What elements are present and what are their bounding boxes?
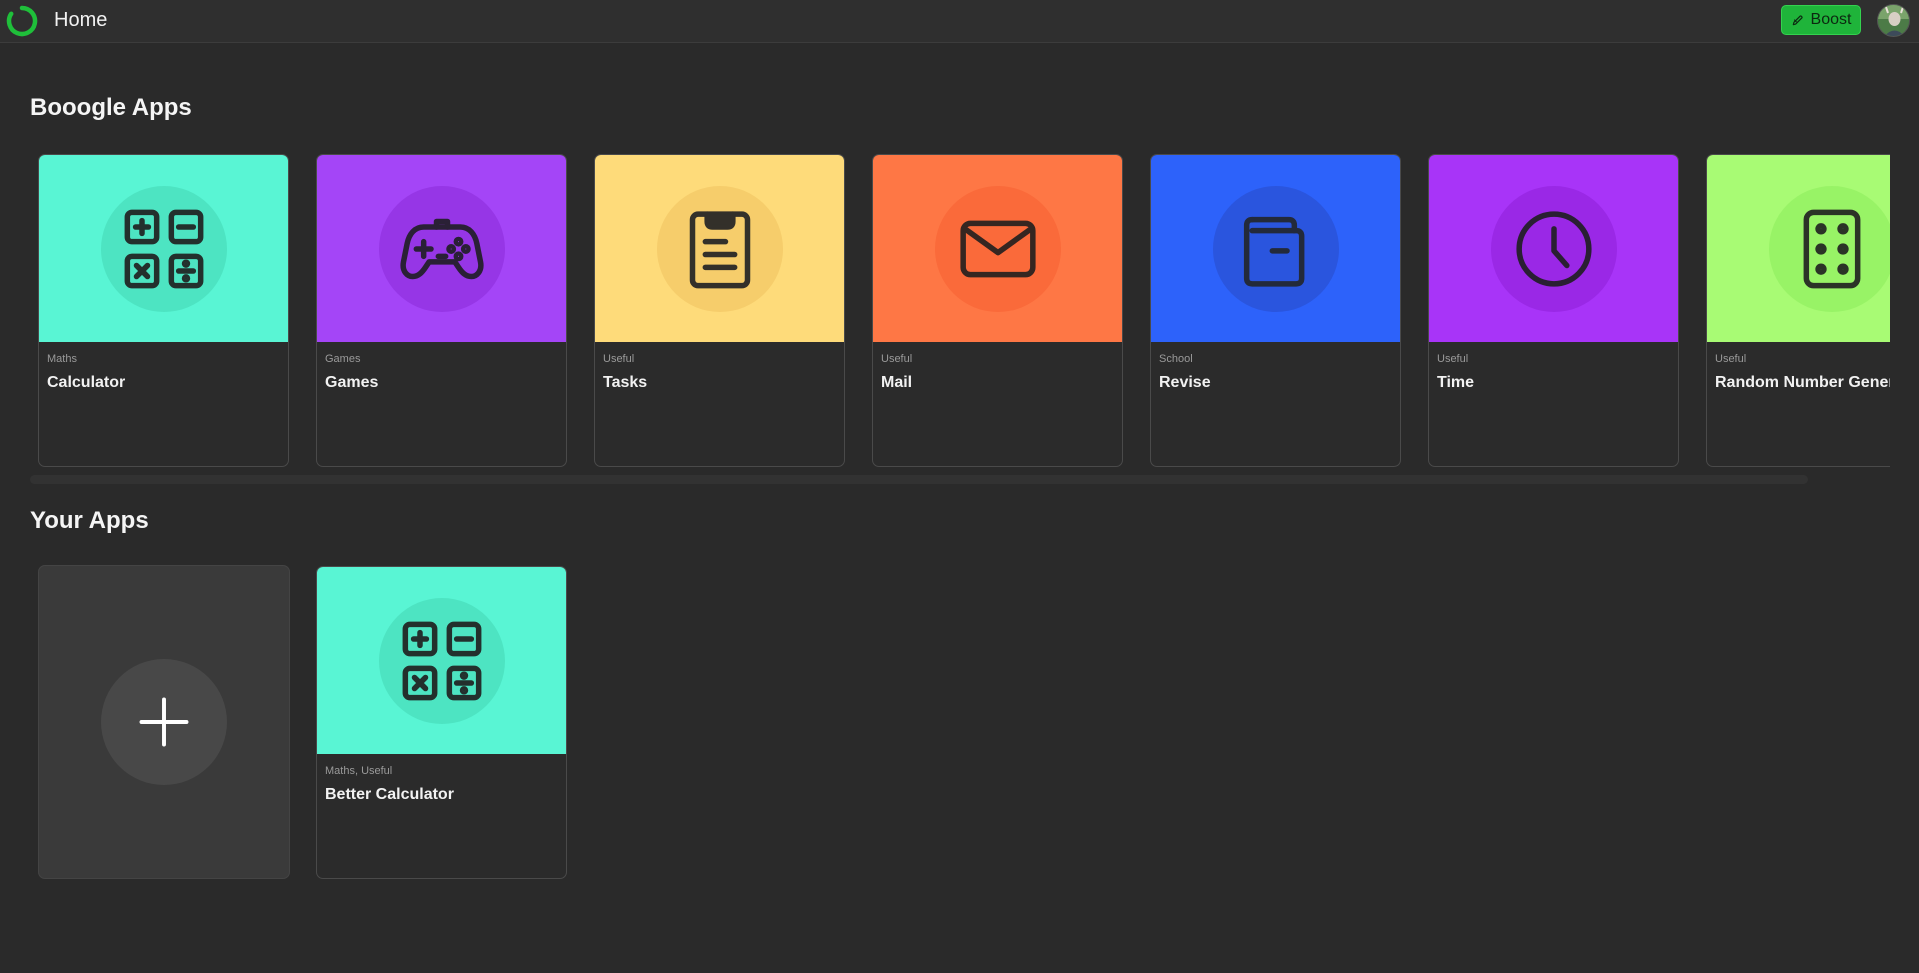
icon-circle: [100, 185, 227, 312]
app-category: Useful: [881, 353, 913, 365]
plus-icon: [139, 697, 189, 747]
horizontal-scrollbar[interactable]: [30, 475, 1808, 484]
app-card-revise[interactable]: School Revise: [1150, 154, 1401, 467]
app-category: Useful: [603, 353, 635, 365]
app-card-image: [1707, 155, 1890, 342]
app-name: Time: [1437, 374, 1475, 391]
app-category: Maths: [47, 353, 77, 365]
app-card-image: [317, 155, 566, 342]
logo-icon[interactable]: [6, 5, 38, 37]
app-card-image: [1151, 155, 1400, 342]
dice-icon: [1803, 209, 1860, 288]
app-category: Maths, Useful: [325, 765, 393, 777]
boost-button[interactable]: Boost: [1781, 5, 1861, 35]
clock-icon: [1515, 210, 1592, 287]
your-apps-heading: Your Apps: [30, 507, 149, 534]
app-card-games[interactable]: Games Games: [316, 154, 567, 467]
app-name: Revise: [1159, 374, 1211, 391]
app-category: Useful: [1437, 353, 1469, 365]
app-card-image: [595, 155, 844, 342]
top-bar: Home Boost: [0, 0, 1919, 43]
avatar[interactable]: [1877, 4, 1910, 37]
app-name: Mail: [881, 374, 913, 391]
app-category: Useful: [1715, 353, 1747, 365]
icon-circle: [1768, 185, 1890, 312]
app-name: Random Number Genera: [1715, 374, 1890, 391]
booogle-apps-row: Maths Calculator Games Games Useful Task…: [30, 154, 1890, 474]
app-card-time[interactable]: Useful Time: [1428, 154, 1679, 467]
app-card-better-calculator[interactable]: Maths, Useful Better Calculator: [316, 566, 567, 879]
app-category: School: [1159, 353, 1193, 365]
icon-circle: [378, 185, 505, 312]
icon-circle: [1212, 185, 1339, 312]
icon-circle: [656, 185, 783, 312]
app-name: Calculator: [47, 374, 126, 391]
add-circle: [101, 659, 227, 785]
gamepad-icon: [399, 218, 484, 279]
app-card-mail[interactable]: Useful Mail: [872, 154, 1123, 467]
app-card-image: [39, 155, 288, 342]
page-title: Home: [54, 9, 108, 31]
app-card-random-number-generator[interactable]: Useful Random Number Genera: [1706, 154, 1890, 467]
booogle-apps-heading: Booogle Apps: [30, 94, 192, 121]
add-app-button[interactable]: [38, 565, 290, 879]
app-card-image: [873, 155, 1122, 342]
app-card-image: [1429, 155, 1678, 342]
clipboard-icon: [689, 210, 750, 288]
app-name: Games: [325, 374, 379, 391]
app-name: Tasks: [603, 374, 648, 391]
icon-circle: [1490, 185, 1617, 312]
mail-icon: [959, 220, 1036, 277]
boost-label: Boost: [1810, 11, 1852, 28]
app-name: Better Calculator: [325, 786, 454, 803]
icon-circle: [934, 185, 1061, 312]
book-icon: [1243, 216, 1304, 287]
app-category: Games: [325, 353, 361, 365]
calculator-icon: [124, 209, 203, 288]
rocket-icon: [1792, 15, 1803, 26]
icon-circle: [378, 597, 505, 724]
calculator-icon: [402, 621, 481, 700]
app-card-calculator[interactable]: Maths Calculator: [38, 154, 289, 467]
app-card-image: [317, 567, 566, 754]
app-card-tasks[interactable]: Useful Tasks: [594, 154, 845, 467]
